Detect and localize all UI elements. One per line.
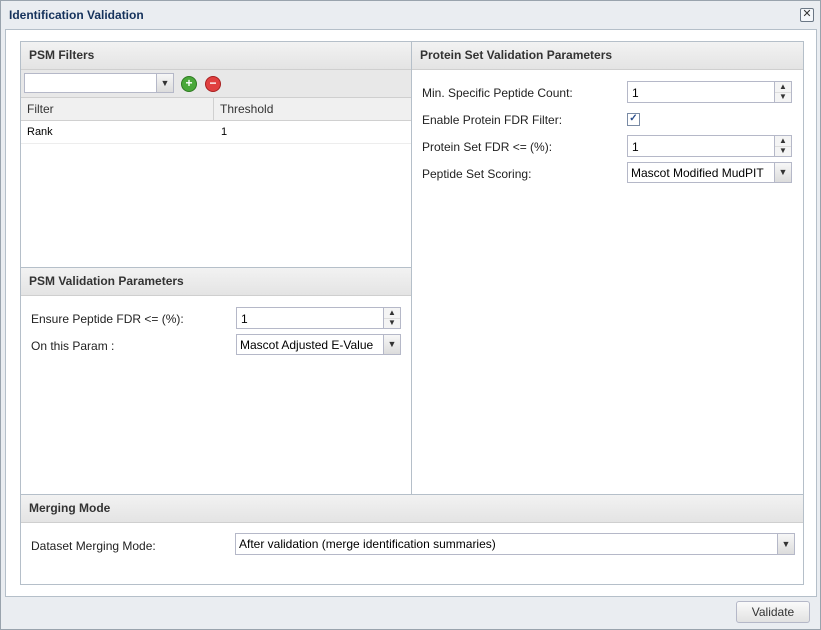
validate-button[interactable]: Validate: [736, 601, 810, 623]
peptide-fdr-value: 1: [241, 312, 248, 326]
protein-set-header: Protein Set Validation Parameters: [412, 42, 803, 70]
spinner-buttons[interactable]: ▲ ▼: [774, 82, 791, 102]
protein-fdr-value: 1: [632, 140, 639, 154]
min-peptide-value: 1: [632, 86, 639, 100]
merging-mode-header: Merging Mode: [21, 495, 803, 523]
peptide-fdr-spinner[interactable]: 1 ▲ ▼: [236, 307, 401, 329]
add-icon[interactable]: +: [181, 76, 197, 92]
psm-filters-header: PSM Filters: [21, 42, 412, 70]
column-header-threshold[interactable]: Threshold: [214, 98, 410, 120]
chevron-down-icon[interactable]: ▼: [156, 74, 173, 92]
chevron-down-icon[interactable]: ▼: [775, 92, 791, 102]
identification-validation-window: Identification Validation ✕ PSM Filters …: [0, 0, 821, 630]
table-row[interactable]: Rank 1: [21, 121, 412, 144]
column-header-filter[interactable]: Filter: [21, 98, 214, 120]
window-title: Identification Validation: [9, 8, 144, 22]
min-peptide-spinner[interactable]: 1 ▲ ▼: [627, 81, 792, 103]
chevron-down-icon[interactable]: ▼: [777, 534, 794, 554]
remove-icon[interactable]: −: [205, 76, 221, 92]
param-label: On this Param :: [31, 339, 115, 353]
param-select-value: Mascot Adjusted E-Value: [240, 338, 374, 352]
close-icon[interactable]: ✕: [800, 8, 814, 22]
psm-validation-header: PSM Validation Parameters: [21, 268, 412, 296]
psm-filters-toolbar: ▼ + −: [21, 70, 412, 98]
peptide-fdr-label: Ensure Peptide FDR <= (%):: [31, 312, 184, 326]
scoring-select-value: Mascot Modified MudPIT: [631, 166, 764, 180]
chevron-down-icon[interactable]: ▼: [774, 163, 791, 182]
merging-mode-label: Dataset Merging Mode:: [31, 539, 156, 553]
merging-mode-select[interactable]: After validation (merge identification s…: [235, 533, 795, 555]
enable-fdr-label: Enable Protein FDR Filter:: [422, 113, 563, 127]
scoring-select[interactable]: Mascot Modified MudPIT ▼: [627, 162, 792, 183]
psm-validation-panel: PSM Validation Parameters Ensure Peptide…: [20, 267, 413, 495]
enable-fdr-checkbox[interactable]: ✓: [627, 113, 640, 126]
scoring-label: Peptide Set Scoring:: [422, 167, 532, 181]
filter-cell: Rank: [27, 126, 53, 138]
min-peptide-label: Min. Specific Peptide Count:: [422, 86, 573, 100]
chevron-down-icon[interactable]: ▼: [775, 146, 791, 156]
chevron-down-icon[interactable]: ▼: [383, 335, 400, 354]
psm-filters-panel: PSM Filters ▼ + − Filter Threshold Rank …: [20, 41, 413, 269]
merging-mode-panel: Merging Mode Dataset Merging Mode: After…: [20, 495, 804, 585]
title-bar[interactable]: Identification Validation ✕: [1, 1, 820, 29]
threshold-cell: 1: [221, 126, 228, 138]
protein-fdr-label: Protein Set FDR <= (%):: [422, 140, 553, 154]
filters-grid-header: Filter Threshold: [21, 98, 412, 121]
protein-set-panel: Protein Set Validation Parameters Min. S…: [411, 41, 804, 495]
spinner-buttons[interactable]: ▲ ▼: [774, 136, 791, 156]
spinner-buttons[interactable]: ▲ ▼: [383, 308, 400, 328]
chevron-down-icon[interactable]: ▼: [384, 318, 400, 328]
merging-mode-value: After validation (merge identification s…: [239, 537, 496, 551]
filter-select[interactable]: ▼: [24, 73, 174, 93]
dialog-body: PSM Filters ▼ + − Filter Threshold Rank …: [5, 29, 817, 597]
protein-fdr-spinner[interactable]: 1 ▲ ▼: [627, 135, 792, 157]
param-select[interactable]: Mascot Adjusted E-Value ▼: [236, 334, 401, 355]
